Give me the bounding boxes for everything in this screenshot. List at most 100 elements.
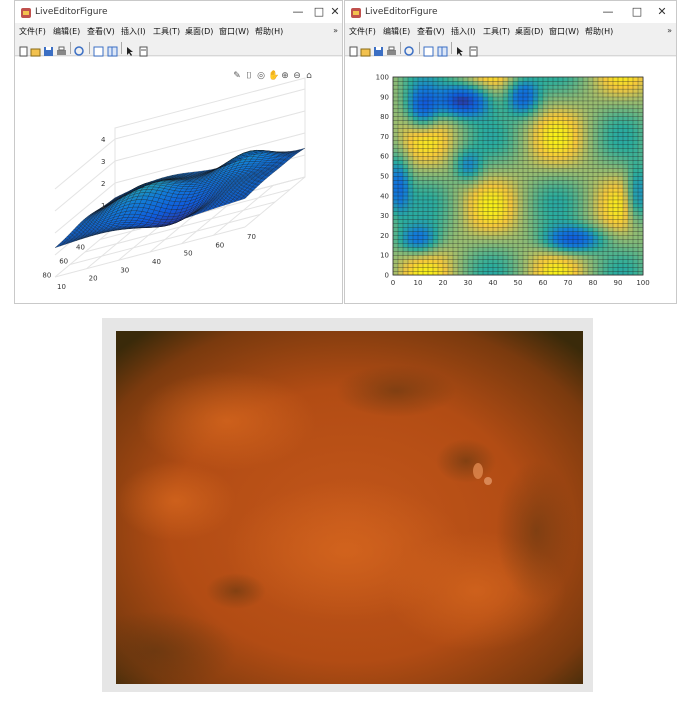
heatmap-cell bbox=[602, 266, 609, 272]
menu-view[interactable]: 查看(V) bbox=[417, 26, 445, 37]
menu-insert[interactable]: 插入(I) bbox=[121, 26, 146, 37]
heatmap-cell bbox=[482, 144, 489, 149]
heatmap-cell bbox=[412, 88, 419, 94]
heatmap-cell bbox=[462, 199, 469, 205]
link-icon[interactable] bbox=[74, 42, 85, 56]
heatmap-cell bbox=[582, 100, 589, 106]
heatmap-cell bbox=[517, 223, 524, 228]
menu-tools[interactable]: 工具(T) bbox=[153, 26, 180, 37]
heatmap-cell bbox=[462, 76, 469, 82]
menu-edit[interactable]: 编辑(E) bbox=[53, 26, 80, 37]
menu-insert[interactable]: 插入(I) bbox=[451, 26, 476, 37]
menu-help[interactable]: 帮助(H) bbox=[255, 26, 283, 37]
new-file-icon[interactable] bbox=[18, 42, 29, 57]
heatmap-cell bbox=[472, 219, 479, 224]
heatmap-cell bbox=[567, 132, 574, 137]
menu-overflow-button[interactable]: » bbox=[333, 26, 338, 35]
menu-window[interactable]: 窗口(W) bbox=[219, 26, 249, 37]
heatmap-cell bbox=[532, 112, 539, 117]
heatmap-cell bbox=[392, 251, 399, 256]
minimize-button[interactable]: — bbox=[291, 5, 305, 18]
open-folder-icon[interactable] bbox=[30, 42, 41, 57]
heatmap-cell bbox=[577, 223, 584, 228]
link-icon[interactable] bbox=[404, 42, 415, 56]
open-folder-icon[interactable] bbox=[360, 42, 371, 57]
minimize-button[interactable]: — bbox=[601, 5, 615, 18]
menu-overflow-button[interactable]: » bbox=[667, 26, 672, 35]
heatmap-cell bbox=[447, 270, 454, 276]
layout-icon[interactable] bbox=[107, 42, 118, 57]
menu-help[interactable]: 帮助(H) bbox=[585, 26, 613, 37]
toolbar-separator bbox=[70, 42, 71, 54]
close-button[interactable]: ✕ bbox=[655, 5, 669, 18]
heatmap-cell bbox=[547, 195, 554, 201]
heatmap-cell bbox=[622, 76, 629, 82]
heatmap-cell bbox=[502, 255, 509, 260]
heatmap-cell bbox=[467, 88, 474, 94]
pointer-icon[interactable] bbox=[125, 42, 136, 56]
menu-desktop[interactable]: 桌面(D) bbox=[185, 26, 213, 37]
heatmap-cell bbox=[557, 247, 564, 252]
print-icon[interactable] bbox=[56, 42, 67, 55]
heatmap-cell bbox=[582, 199, 589, 205]
save-icon[interactable] bbox=[373, 42, 384, 56]
menu-tools[interactable]: 工具(T) bbox=[483, 26, 510, 37]
print-icon[interactable] bbox=[386, 42, 397, 55]
menu-file[interactable]: 文件(F) bbox=[349, 26, 376, 37]
pointer-icon[interactable] bbox=[455, 42, 466, 56]
heatmap-cell bbox=[607, 175, 614, 181]
new-file-icon[interactable] bbox=[348, 42, 359, 57]
close-button[interactable]: ✕ bbox=[328, 5, 342, 18]
heatmap-cell bbox=[512, 203, 519, 209]
heatmap-cell bbox=[577, 211, 584, 216]
matlab-app-icon bbox=[21, 8, 31, 18]
heatmap-plot-area[interactable]: 0 10 20 30 40 50 60 70 80 90 100 0 10 20 30 40 50 60 70 80 9… bbox=[345, 57, 676, 303]
menu-view[interactable]: 查看(V) bbox=[87, 26, 115, 37]
heatmap-cell bbox=[462, 175, 469, 181]
heatmap-cell bbox=[617, 112, 624, 117]
heatmap-cell bbox=[637, 140, 644, 145]
heatmap-cell bbox=[397, 266, 404, 272]
maximize-button[interactable]: □ bbox=[630, 5, 644, 18]
heatmap-cell bbox=[497, 167, 504, 173]
heatmap-cell bbox=[472, 179, 479, 185]
menu-file[interactable]: 文件(F) bbox=[19, 26, 46, 37]
menu-desktop[interactable]: 桌面(D) bbox=[515, 26, 543, 37]
heatmap-cell bbox=[577, 92, 584, 98]
panel-icon[interactable] bbox=[423, 42, 434, 57]
surface-plot-area[interactable]: ✎ ⌷ ◎ ✋ ⊕ ⊖ ⌂ 1 2 3 4 40 60 80 10 20 30 40 50 60 70 bbox=[15, 57, 342, 303]
heatmap-cell bbox=[417, 160, 424, 165]
heatmap-cell bbox=[502, 171, 509, 177]
heatmap-cell bbox=[572, 262, 579, 268]
heatmap-cell bbox=[597, 215, 604, 220]
heatmap-cell bbox=[452, 235, 459, 240]
heatmap-cell bbox=[587, 167, 594, 173]
heatmap-cell bbox=[577, 219, 584, 224]
heatmap-cell bbox=[582, 266, 589, 272]
heatmap-cell bbox=[472, 243, 479, 248]
heatmap-cell bbox=[567, 116, 574, 121]
heatmap-cell bbox=[637, 112, 644, 117]
heatmap-cell bbox=[482, 247, 489, 252]
layout-icon[interactable] bbox=[437, 42, 448, 57]
menu-window[interactable]: 窗口(W) bbox=[549, 26, 579, 37]
colorbar-icon[interactable] bbox=[468, 42, 479, 57]
heatmap-cell bbox=[502, 187, 509, 193]
save-icon[interactable] bbox=[43, 42, 54, 56]
heatmap-cell bbox=[452, 175, 459, 181]
heatmap-cell bbox=[487, 262, 494, 268]
panel-icon[interactable] bbox=[93, 42, 104, 57]
heatmap-cell bbox=[497, 140, 504, 145]
heatmap-cell bbox=[557, 124, 564, 129]
heatmap-cell bbox=[392, 80, 399, 86]
heatmap-cell bbox=[537, 227, 544, 232]
heatmap-cell bbox=[622, 175, 629, 181]
heatmap-cell bbox=[477, 171, 484, 177]
heatmap-cell bbox=[442, 128, 449, 133]
maximize-button[interactable]: □ bbox=[312, 5, 326, 18]
heatmap-cell bbox=[572, 227, 579, 232]
heatmap-cell bbox=[517, 104, 524, 110]
menu-edit[interactable]: 编辑(E) bbox=[383, 26, 410, 37]
heatmap-cell bbox=[537, 136, 544, 141]
colorbar-icon[interactable] bbox=[138, 42, 149, 57]
